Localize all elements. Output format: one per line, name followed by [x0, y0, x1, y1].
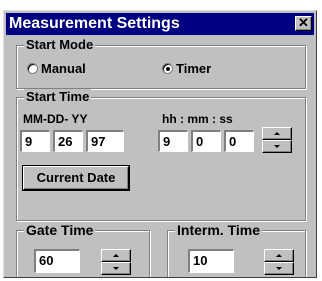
measurement-settings-dialog: Measurement Settings ✕ Start Mode Manual… — [3, 10, 317, 278]
second-field[interactable]: 0 — [224, 130, 254, 152]
gate-spin-up-button[interactable] — [101, 249, 131, 262]
gate-time-spinner[interactable] — [101, 249, 131, 275]
arrow-up-icon — [274, 132, 280, 135]
start-mode-label: Start Mode — [24, 37, 96, 53]
start-mode-group: Start Mode Manual Timer — [16, 37, 306, 89]
arrow-down-icon — [113, 267, 119, 270]
gate-spin-down-button[interactable] — [101, 262, 131, 275]
start-time-label: Start Time — [24, 89, 92, 105]
radio-timer-label: Timer — [176, 61, 212, 76]
hour-field[interactable]: 9 — [158, 130, 188, 152]
arrow-down-icon — [274, 145, 280, 148]
radio-timer[interactable]: Timer — [162, 61, 211, 76]
interm-time-group: Interm. Time 10 — [167, 222, 306, 277]
radio-manual-label: Manual — [41, 61, 86, 76]
start-time-group: Start Time MM-DD- YY hh : mm : ss 9 26 9… — [16, 89, 306, 221]
gate-time-field[interactable]: 60 — [34, 249, 80, 273]
minute-field[interactable]: 0 — [191, 130, 221, 152]
year-field[interactable]: 97 — [86, 130, 124, 152]
interm-time-spinner[interactable] — [264, 249, 294, 275]
date-format-header: MM-DD- YY — [23, 112, 88, 126]
arrow-down-icon — [276, 267, 282, 270]
close-icon: ✕ — [298, 15, 309, 30]
month-field[interactable]: 9 — [20, 130, 50, 152]
interm-spin-up-button[interactable] — [264, 249, 294, 262]
interm-spin-down-button[interactable] — [264, 262, 294, 275]
time-format-header: hh : mm : ss — [162, 112, 233, 126]
gate-time-group: Gate Time 60 — [16, 222, 150, 277]
radio-timer-indicator[interactable] — [162, 63, 173, 74]
current-date-button[interactable]: Current Date — [23, 166, 129, 190]
close-button[interactable]: ✕ — [295, 15, 312, 31]
arrow-up-icon — [276, 254, 282, 257]
time-spin-down-button[interactable] — [262, 140, 292, 153]
day-field[interactable]: 26 — [53, 130, 83, 152]
interm-time-label: Interm. Time — [175, 222, 262, 238]
radio-manual-indicator[interactable] — [27, 63, 38, 74]
radio-manual[interactable]: Manual — [27, 61, 86, 76]
time-spin-up-button[interactable] — [262, 127, 292, 140]
time-spinner[interactable] — [262, 127, 292, 153]
gate-time-label: Gate Time — [24, 222, 96, 238]
title-bar[interactable]: Measurement Settings ✕ — [6, 13, 314, 35]
arrow-up-icon — [113, 254, 119, 257]
window-title: Measurement Settings — [9, 15, 180, 32]
interm-time-field[interactable]: 10 — [188, 249, 234, 273]
